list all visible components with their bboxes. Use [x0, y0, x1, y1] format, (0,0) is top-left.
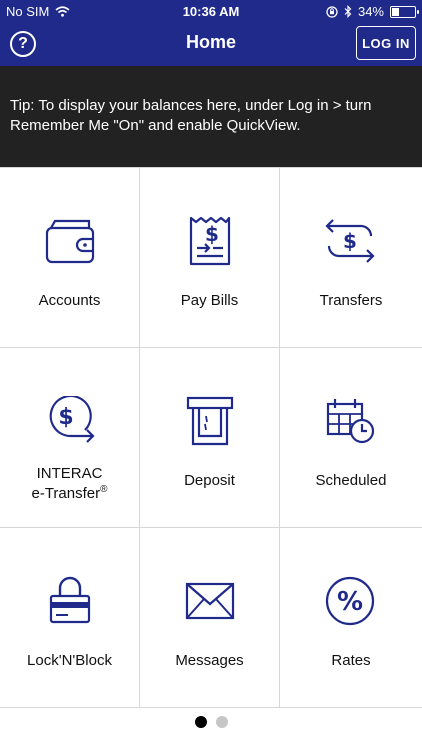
registered-mark: ® [100, 484, 108, 495]
etransfer-icon: $ [49, 396, 95, 443]
nav-bar: ? Home LOG IN [0, 24, 422, 66]
lock-card-icon [49, 576, 91, 624]
tile-label: Messages [175, 652, 244, 669]
status-bar: No SIM 10:36 AM 34% [0, 0, 422, 24]
page-dot[interactable] [194, 716, 207, 728]
tile-pay-bills[interactable]: $ Pay Bills [140, 168, 280, 348]
tip-banner: Tip: To display your balances here, unde… [0, 66, 422, 167]
svg-text:$: $ [343, 229, 357, 253]
atm-icon [186, 396, 234, 446]
menu-grid: Accounts $ Pay Bills $ Transfers $ INTER… [0, 167, 422, 708]
login-label: LOG IN [362, 35, 410, 51]
tile-label: Transfers [319, 292, 383, 309]
tile-accounts[interactable]: Accounts [0, 168, 140, 348]
login-button[interactable]: LOG IN [356, 26, 416, 60]
tip-text: Tip: To display your balances here, unde… [10, 97, 372, 134]
calendar-icon [326, 399, 375, 444]
top-bar: No SIM 10:36 AM 34% ? Home LOG IN [0, 0, 422, 66]
svg-text:$: $ [205, 222, 219, 246]
tile-deposit[interactable]: Deposit [140, 348, 280, 528]
tile-label: Rates [331, 652, 371, 669]
wallet-icon [45, 219, 95, 264]
page-dot[interactable] [215, 716, 228, 728]
tile-label: Deposit [184, 472, 235, 489]
svg-text:$: $ [58, 405, 73, 430]
percent-icon: % [325, 576, 375, 626]
tile-scheduled[interactable]: Scheduled [280, 348, 422, 528]
battery-percent: 34% [357, 4, 384, 19]
svg-text:%: % [337, 587, 363, 617]
tile-messages[interactable]: Messages [140, 528, 280, 708]
tile-label-line2: e-Transfer [31, 485, 101, 502]
tile-interac-etransfer[interactable]: $ INTERAC e-Transfer® [0, 348, 140, 528]
transfer-icon: $ [325, 219, 375, 263]
tile-rates[interactable]: % Rates [280, 528, 422, 708]
tile-label: Lock'N'Block [27, 652, 112, 669]
battery-icon [390, 5, 419, 18]
tile-label: Scheduled [315, 472, 387, 489]
bluetooth-icon [344, 5, 352, 18]
rotation-lock-icon [326, 5, 338, 18]
tile-label: INTERAC e-Transfer® [0, 466, 139, 502]
envelope-icon [185, 582, 235, 620]
tile-label: Pay Bills [180, 292, 239, 309]
tile-label: Accounts [38, 292, 101, 309]
page-indicator[interactable] [0, 716, 422, 728]
tile-transfers[interactable]: $ Transfers [280, 168, 422, 348]
tile-label-line1: INTERAC [36, 465, 103, 482]
tile-lock-n-block[interactable]: Lock'N'Block [0, 528, 140, 708]
bill-icon: $ [189, 216, 231, 266]
